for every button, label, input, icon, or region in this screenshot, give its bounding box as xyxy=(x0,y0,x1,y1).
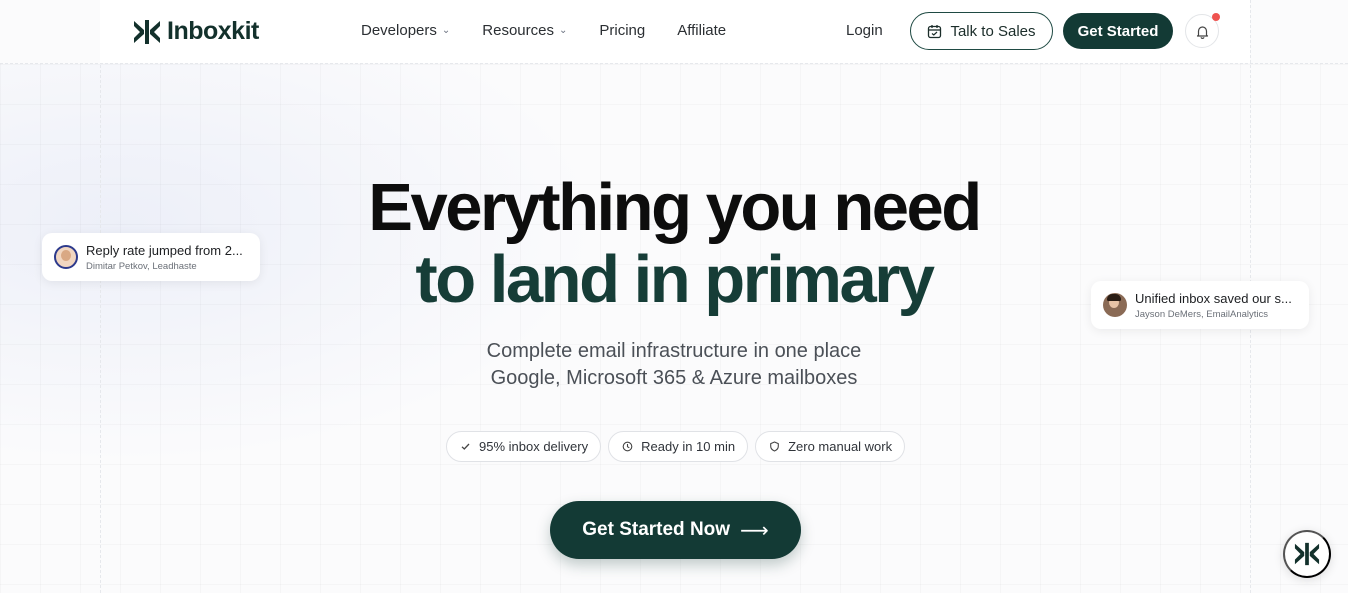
shield-icon xyxy=(770,441,779,452)
feature-pills: 95% inbox delivery Ready in 10 min Zero … xyxy=(446,431,906,462)
feature-pill-label: Ready in 10 min xyxy=(641,439,736,454)
logo-link[interactable]: Inboxkit xyxy=(132,17,259,46)
arrow-right-icon: ⟶ xyxy=(740,519,769,542)
get-started-now-button[interactable]: Get Started Now ⟶ xyxy=(550,501,801,559)
testimonial-author: Dimitar Petkov, Leadhaste xyxy=(86,260,197,272)
talk-to-sales-button[interactable]: Talk to Sales xyxy=(910,12,1053,50)
check-icon xyxy=(461,443,470,450)
inboxkit-logo-icon xyxy=(1294,542,1320,566)
avatar xyxy=(54,245,78,269)
nav-item-affiliate[interactable]: Affiliate xyxy=(677,22,726,39)
subtitle-line-2: Google, Microsoft 365 & Azure mailboxes xyxy=(490,367,858,389)
clock-icon xyxy=(622,441,633,452)
feature-pill: Ready in 10 min xyxy=(608,431,749,462)
avatar xyxy=(1103,293,1127,317)
nav-item-label: Pricing xyxy=(599,22,646,39)
testimonial-card[interactable]: Unified inbox saved our s... Jayson DeMe… xyxy=(1091,281,1309,329)
nav-item-label: Resources xyxy=(482,22,554,39)
hero-subtitle: Complete email infrastructure in one pla… xyxy=(0,338,1348,392)
cta-label: Get Started Now xyxy=(582,519,731,540)
chevron-down-icon: ⌄ xyxy=(441,25,451,36)
talk-to-sales-label: Talk to Sales xyxy=(950,22,1036,40)
nav-item-label: Developers xyxy=(361,22,437,39)
testimonial-quote: Unified inbox saved our s... xyxy=(1135,290,1292,306)
feature-pill: Zero manual work xyxy=(755,431,906,462)
inboxkit-logo-icon xyxy=(134,19,160,44)
main-nav: Developers ⌄ Resources ⌄ Pricing Affilia… xyxy=(361,22,726,39)
nav-item-resources[interactable]: Resources ⌄ xyxy=(482,22,567,39)
header-divider xyxy=(0,63,1348,64)
site-header: Inboxkit Developers ⌄ Resources ⌄ Pricin… xyxy=(100,0,1250,63)
chevron-down-icon: ⌄ xyxy=(558,25,568,36)
feature-pill: 95% inbox delivery xyxy=(446,431,602,462)
testimonial-card[interactable]: Reply rate jumped from 2... Dimitar Petk… xyxy=(42,233,260,281)
login-link[interactable]: Login xyxy=(846,22,883,39)
logo-text: Inboxkit xyxy=(167,17,259,45)
feature-pill-label: 95% inbox delivery xyxy=(479,439,589,454)
get-started-button[interactable]: Get Started xyxy=(1063,13,1173,49)
calendar-icon xyxy=(928,24,942,38)
bell-icon xyxy=(1196,25,1208,39)
notification-dot xyxy=(1212,13,1220,21)
feature-pill-label: Zero manual work xyxy=(788,439,893,454)
testimonial-quote: Reply rate jumped from 2... xyxy=(86,242,243,258)
nav-item-developers[interactable]: Developers ⌄ xyxy=(361,22,450,39)
chat-widget-button[interactable] xyxy=(1283,530,1331,578)
subtitle-line-1: Complete email infrastructure in one pla… xyxy=(486,340,862,362)
nav-item-label: Affiliate xyxy=(677,22,727,39)
nav-item-pricing[interactable]: Pricing xyxy=(599,22,645,39)
testimonial-author: Jayson DeMers, EmailAnalytics xyxy=(1135,308,1269,320)
